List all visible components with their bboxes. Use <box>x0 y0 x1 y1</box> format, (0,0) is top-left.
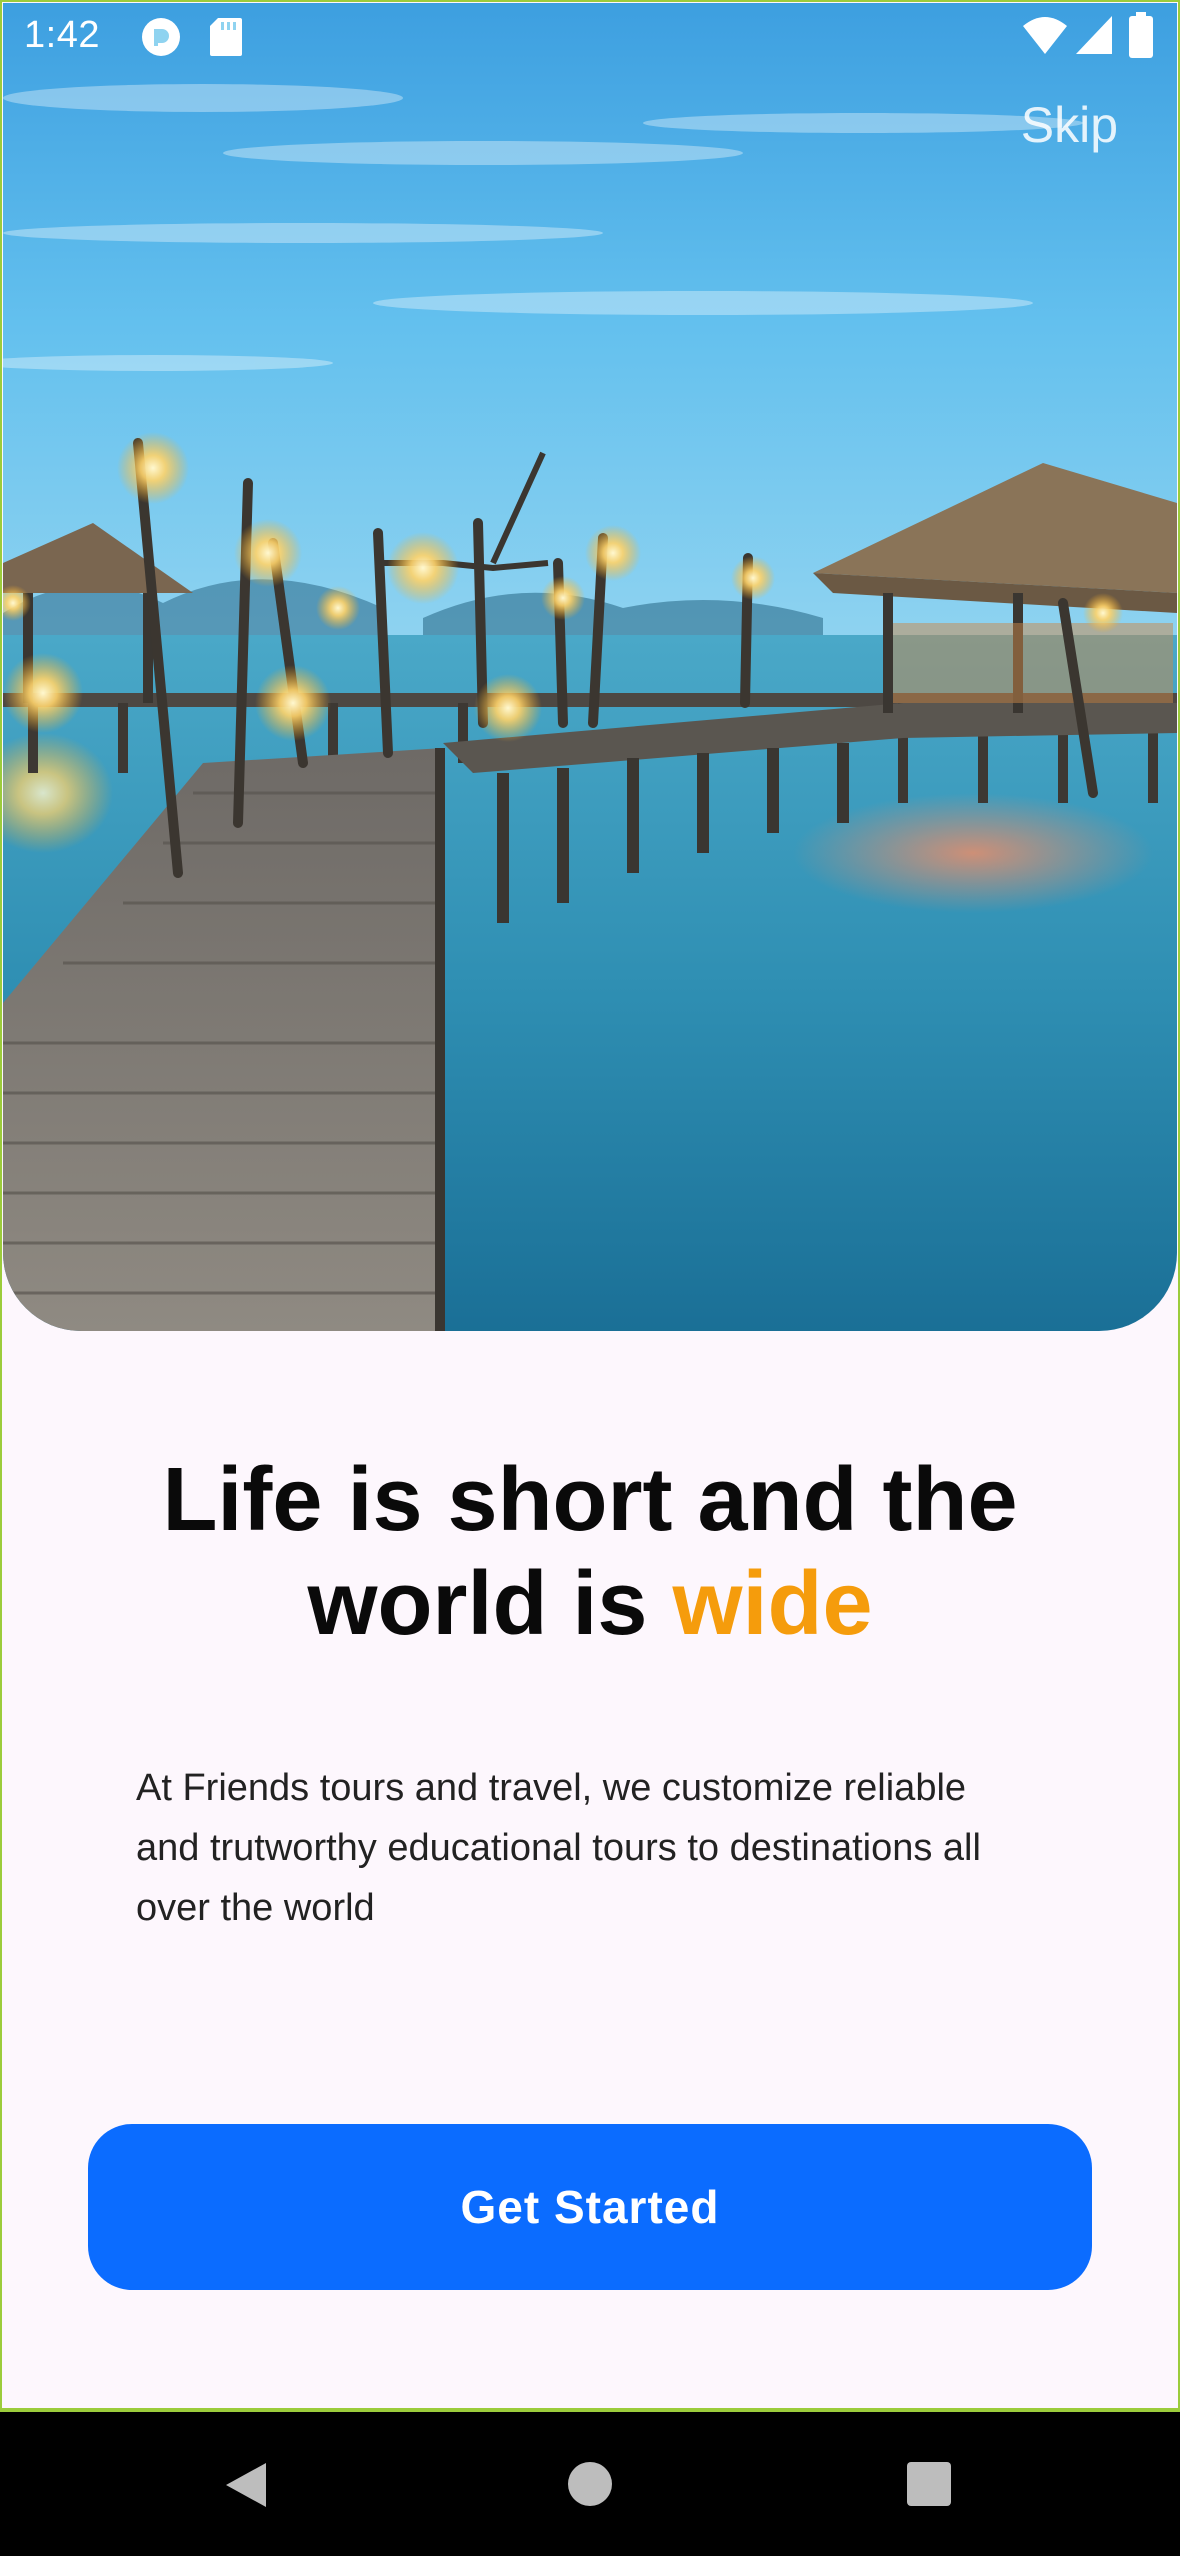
sd-card-icon <box>210 18 242 56</box>
battery-icon <box>1129 12 1153 58</box>
hero-image <box>3 3 1177 1331</box>
headline-line-2-prefix: world is <box>307 1554 673 1654</box>
back-icon[interactable] <box>222 2460 270 2510</box>
recents-icon[interactable] <box>906 2461 952 2507</box>
signal-icon <box>1076 16 1112 54</box>
onboarding-screen: 1:42 Skip Life is short and the world is… <box>0 0 1180 2556</box>
description-text: At Friends tours and travel, we customiz… <box>136 1767 981 1929</box>
headline-accent-word: wide <box>672 1554 873 1654</box>
headline-line-2: world is wide <box>0 1552 1180 1656</box>
app-notification-icon <box>142 18 180 56</box>
skip-button[interactable]: Skip <box>1021 96 1118 154</box>
system-navigation-bar <box>0 2410 1180 2556</box>
get-started-button[interactable]: Get Started <box>88 2124 1092 2290</box>
headline: Life is short and the world is wide <box>0 1448 1180 1656</box>
home-icon[interactable] <box>566 2460 614 2508</box>
wifi-icon <box>1023 17 1067 54</box>
headline-line-1: Life is short and the <box>162 1450 1018 1550</box>
status-time: 1:42 <box>24 14 100 56</box>
status-bar: 1:42 <box>0 0 1180 76</box>
